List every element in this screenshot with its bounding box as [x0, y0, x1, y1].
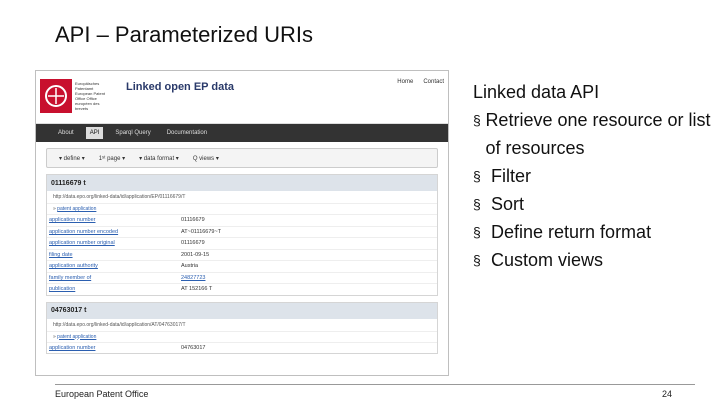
- top-links: Home Contact: [397, 79, 444, 85]
- table-row: publication AT 152166 T: [47, 283, 437, 295]
- bullet-text: Filter: [491, 166, 531, 186]
- row-key[interactable]: application number: [49, 345, 181, 351]
- bullet-icon: §: [473, 196, 481, 212]
- footer-organization: European Patent Office: [55, 389, 149, 399]
- bullet-text: Custom views: [491, 250, 604, 270]
- row-value[interactable]: 24827723: [181, 275, 205, 281]
- define-dropdown[interactable]: ▾ define ▾: [59, 155, 85, 162]
- list-item: § Sort: [473, 190, 713, 218]
- main-nav: About API Sparql Query Documentation: [36, 124, 448, 142]
- table-row: application number 04763017: [47, 341, 437, 354]
- nav-documentation[interactable]: Documentation: [163, 130, 211, 136]
- row-value: 2001-09-15: [181, 251, 210, 258]
- row-value: 01116679: [181, 217, 205, 224]
- list-item: § Define return format: [473, 218, 713, 246]
- site-header: Europäisches Patentamt European Patent O…: [36, 71, 448, 124]
- table-row: application number 01116679: [47, 214, 437, 226]
- site-title: Linked open EP data: [126, 81, 234, 93]
- bullet-text: Define return format: [491, 222, 652, 242]
- nav-about[interactable]: About: [54, 130, 78, 136]
- record-type-link[interactable]: patent application: [57, 206, 96, 212]
- nav-sparql[interactable]: Sparql Query: [111, 130, 154, 136]
- footer-divider: [55, 384, 695, 385]
- epo-emblem-icon: [45, 85, 67, 107]
- bullet-text: Sort: [491, 194, 525, 214]
- bullet-icon: §: [473, 112, 481, 128]
- views-dropdown[interactable]: Q views ▾: [193, 155, 219, 162]
- record-id[interactable]: 04763017 t: [47, 302, 437, 319]
- bullet-icon: §: [473, 168, 481, 184]
- record-card: 01116679 t http://data.epo.org/linked-da…: [46, 174, 438, 296]
- data-format-dropdown[interactable]: ▾ data format ▾: [139, 155, 179, 162]
- row-value: AT 152166 T: [181, 286, 213, 293]
- page-dropdown[interactable]: 1ˢᵗ page ▾: [99, 155, 125, 162]
- list-item: § Custom views: [473, 246, 713, 274]
- record-type-link[interactable]: patent application: [57, 334, 96, 340]
- slide-title: API – Parameterized URIs: [55, 22, 313, 47]
- row-key[interactable]: filing date: [49, 252, 181, 258]
- row-value: 04763017: [181, 344, 206, 351]
- row-value: AT~01116679~T: [181, 228, 222, 235]
- record-uri: http://data.epo.org/linked-data/id/appli…: [47, 191, 437, 204]
- row-key[interactable]: application number encoded: [49, 229, 181, 235]
- nav-api[interactable]: API: [85, 127, 104, 139]
- home-link[interactable]: Home: [397, 79, 413, 85]
- epo-logo-icon: [40, 79, 72, 113]
- row-value: 01116679: [181, 240, 205, 247]
- logo-text: Europäisches Patentamt European Patent O…: [75, 81, 106, 111]
- record-card: 04763017 t http://data.epo.org/linked-da…: [46, 301, 438, 354]
- table-row: application number encoded AT~01116679~T: [47, 225, 437, 238]
- table-row: filing date 2001-09-15: [47, 248, 437, 261]
- bullet-icon: §: [473, 252, 481, 268]
- table-row: family member of 24827723: [47, 271, 437, 284]
- row-key[interactable]: application number original: [49, 240, 181, 246]
- screenshot-panel: Europäisches Patentamt European Patent O…: [35, 70, 449, 376]
- table-row: application number original 01116679: [47, 237, 437, 249]
- record-uri: http://data.epo.org/linked-data/id/appli…: [47, 319, 437, 332]
- api-features-panel: Linked data API § Retrieve one resource o…: [473, 78, 713, 274]
- panel-title: Linked data API: [473, 82, 600, 102]
- bullet-text: Retrieve one resource or list of resourc…: [485, 110, 711, 158]
- row-key[interactable]: publication: [49, 286, 181, 292]
- api-toolbar: ▾ define ▾ 1ˢᵗ page ▾ ▾ data format ▾ Q …: [46, 148, 438, 168]
- row-value: Austria: [181, 263, 199, 270]
- table-row: application authority Austria: [47, 260, 437, 272]
- epo-logo[interactable]: Europäisches Patentamt European Patent O…: [40, 76, 110, 116]
- contact-link[interactable]: Contact: [423, 79, 444, 85]
- list-item: § Filter: [473, 162, 713, 190]
- row-key[interactable]: application number: [49, 217, 181, 223]
- bullet-icon: §: [473, 224, 481, 240]
- row-key[interactable]: application authority: [49, 263, 181, 269]
- record-id[interactable]: 01116679 t: [47, 175, 437, 191]
- page-number: 24: [662, 389, 673, 399]
- row-key[interactable]: family member of: [49, 275, 181, 281]
- list-item: § Retrieve one resource or list of resour…: [473, 106, 713, 162]
